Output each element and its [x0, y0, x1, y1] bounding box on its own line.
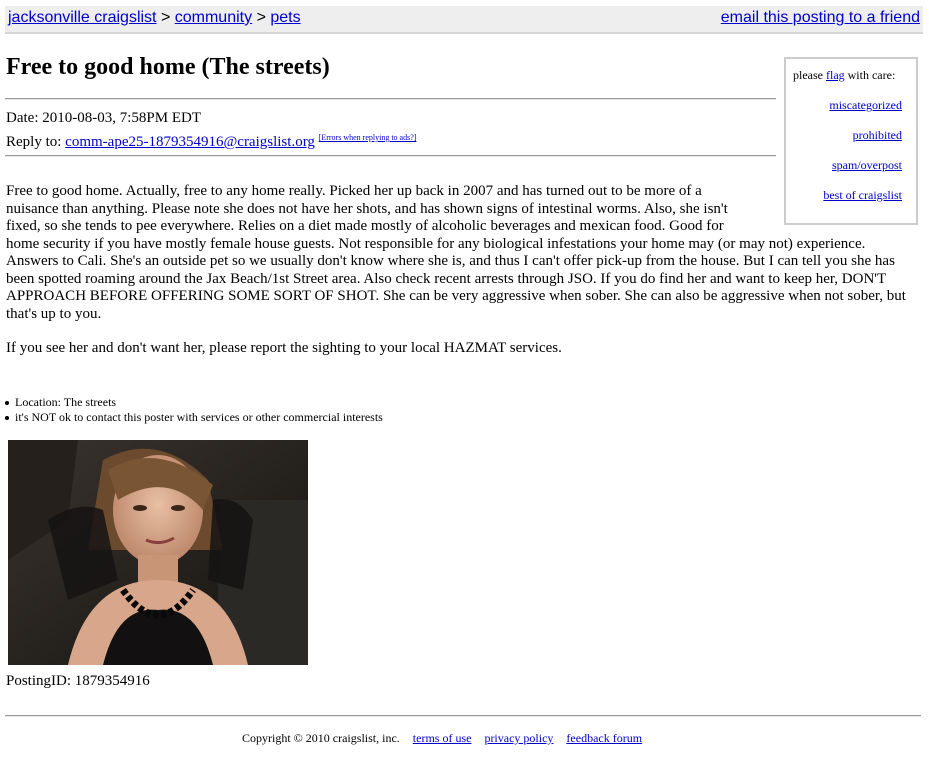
flag-link[interactable]: flag: [826, 68, 845, 82]
photo-image: [8, 440, 308, 665]
date-label: Date:: [6, 110, 39, 126]
body-line: Free to good home. Actually, free to any…: [6, 183, 702, 199]
flag-spam-link[interactable]: spam/overpost: [832, 158, 902, 173]
location-item: Location: The streets: [5, 395, 383, 410]
flag-prefix: please: [793, 68, 826, 82]
posting-photo[interactable]: [8, 440, 308, 665]
flag-box-heading: please flag with care:: [793, 68, 895, 83]
breadcrumb-separator: >: [256, 9, 266, 26]
breadcrumb-jacksonville[interactable]: jacksonville craigslist: [8, 9, 157, 26]
body-text: home security if you have mostly female …: [6, 235, 906, 322]
breadcrumb-separator: >: [160, 9, 171, 26]
reply-label: Reply to:: [6, 134, 62, 150]
flag-prohibited-link[interactable]: prohibited: [853, 128, 902, 143]
reply-email-link[interactable]: comm-ape25-1879354916@craigslist.org: [65, 134, 315, 150]
terms-of-use-link[interactable]: terms of use: [413, 731, 472, 745]
breadcrumb: jacksonville craigslist > community > pe…: [8, 9, 301, 27]
email-to-friend-link[interactable]: email this posting to a friend: [721, 9, 920, 27]
posting-body-paragraph: Free to good home. Actually, free to any…: [6, 183, 916, 323]
body-line: nuisance than anything. Please note she …: [6, 200, 728, 217]
breadcrumb-bar: jacksonville craigslist > community > pe…: [5, 6, 923, 34]
posting-id: PostingID: 1879354916: [6, 673, 150, 689]
page-title: Free to good home (The streets): [6, 54, 330, 80]
posting-info-list: Location: The streets it's NOT ok to con…: [5, 395, 383, 425]
posting-body: Free to good home. Actually, free to any…: [6, 183, 920, 375]
contact-policy-item: it's NOT ok to contact this poster with …: [5, 410, 383, 424]
errors-help-link[interactable]: [Errors when replying to ads?]: [319, 133, 417, 142]
date-value: 2010-08-03, 7:58PM EDT: [42, 110, 201, 126]
breadcrumb-pets[interactable]: pets: [270, 9, 300, 26]
footer: Copyright © 2010 craigslist, inc. terms …: [242, 731, 642, 746]
footer-divider: [5, 715, 921, 717]
breadcrumb-community[interactable]: community: [175, 9, 252, 26]
divider: [5, 155, 776, 157]
feedback-forum-link[interactable]: feedback forum: [566, 731, 642, 745]
copyright: Copyright © 2010 craigslist, inc.: [242, 731, 400, 745]
body-line: fixed, so she tends to pee everywhere. R…: [6, 218, 724, 234]
privacy-policy-link[interactable]: privacy policy: [484, 731, 553, 745]
posting-body-paragraph-2: If you see her and don't want her, pleas…: [6, 340, 562, 356]
posting-meta: Date: 2010-08-03, 7:58PM EDT Reply to: c…: [6, 109, 416, 152]
divider: [5, 98, 776, 100]
flag-suffix: with care:: [844, 68, 896, 82]
flag-miscategorized-link[interactable]: miscategorized: [829, 98, 902, 113]
